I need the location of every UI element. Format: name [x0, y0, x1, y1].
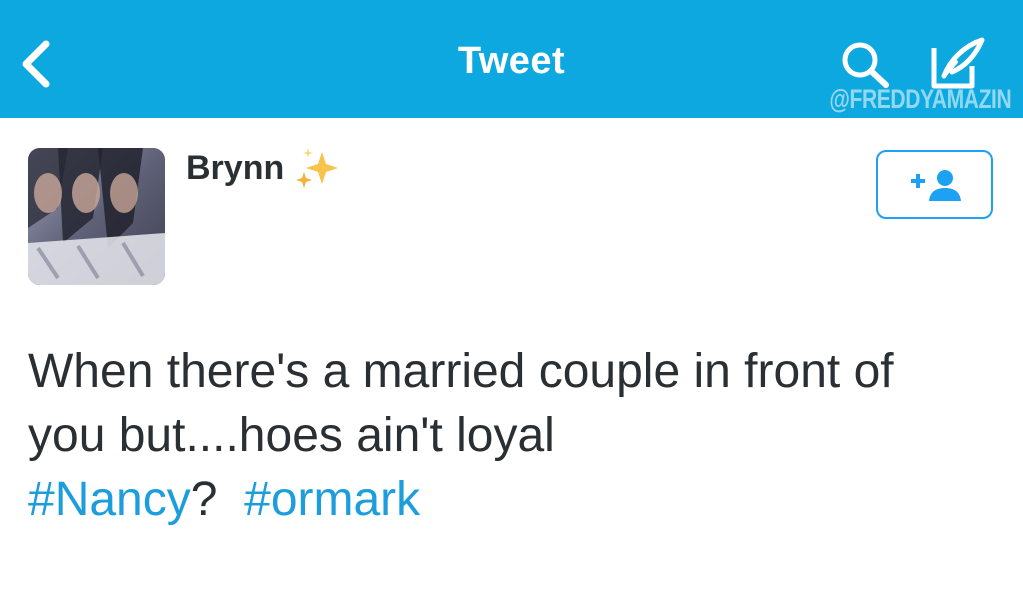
hashtag-punctuation: ? — [190, 473, 218, 526]
profile-photo — [28, 148, 165, 285]
tweet-hashtags: #Nancy? #ormark — [28, 468, 1003, 532]
hashtag-link[interactable]: #Nancy — [28, 473, 191, 526]
search-button[interactable] — [838, 40, 894, 90]
avatar[interactable] — [28, 148, 165, 285]
top-nav-bar: Tweet @FREDDYAMAZIN — [0, 0, 1023, 118]
watermark-text: @FREDDYAMAZIN — [828, 84, 1011, 114]
tweet-text: When there's a married couple in front o… — [28, 340, 1003, 532]
author-name[interactable]: Brynn — [186, 149, 284, 188]
search-icon — [842, 42, 889, 88]
add-user-icon — [911, 170, 961, 201]
tweet-line-2: you but....hoes ain't loyal — [28, 409, 555, 462]
sparkles-icon — [296, 148, 338, 188]
hashtag-link[interactable]: #ormark — [244, 473, 420, 526]
follow-button[interactable] — [876, 150, 993, 219]
tweet-line-1: When there's a married couple in front o… — [28, 345, 894, 398]
